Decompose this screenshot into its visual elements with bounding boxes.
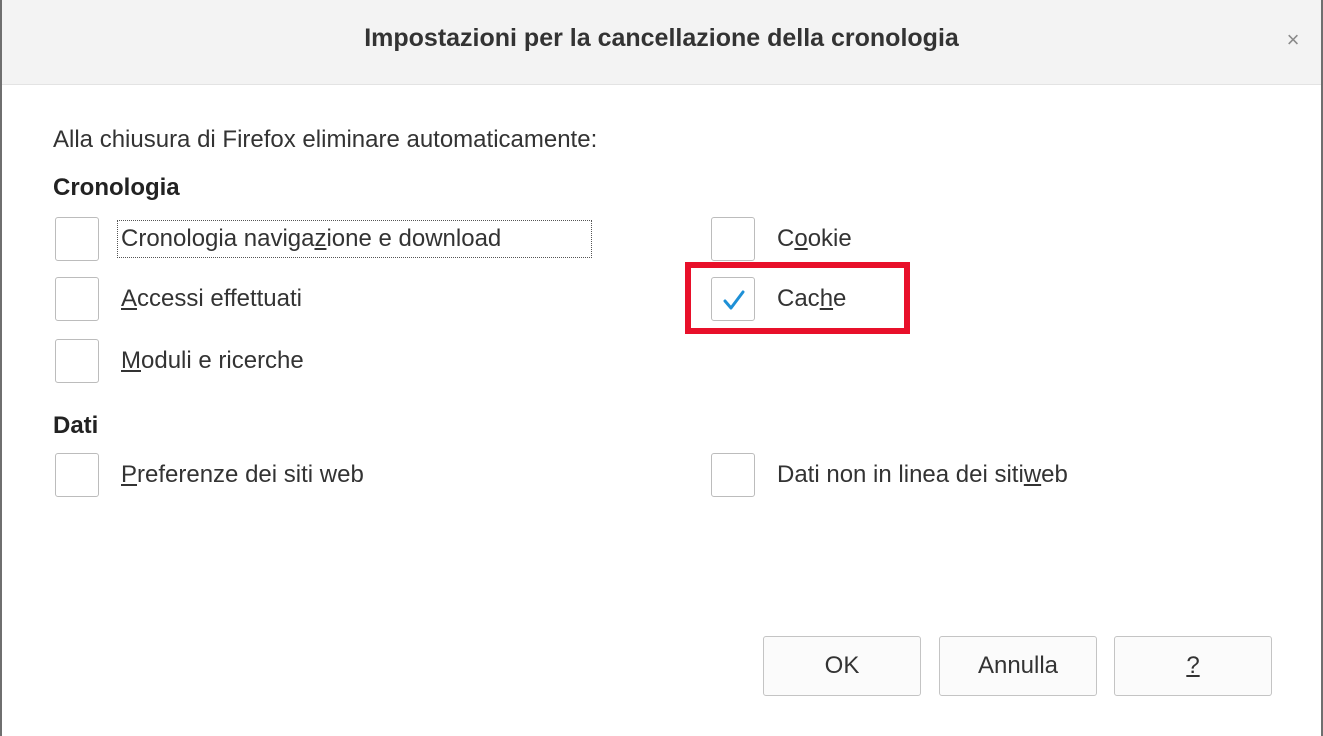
section-title-data: Dati [53, 412, 99, 439]
checkbox-cookie[interactable]: Co okie [711, 216, 852, 262]
checkbox-label: Accessi effettuati [121, 285, 302, 312]
help-button[interactable]: ? [1114, 636, 1272, 696]
checkbox-box[interactable] [55, 339, 99, 383]
cancel-button[interactable]: Annulla [939, 636, 1097, 696]
checkbox-box[interactable] [55, 217, 99, 261]
checkbox-browsing-history[interactable]: Cronologia naviga z ione e download [55, 216, 593, 262]
checkbox-site-preferences[interactable]: Preferenze dei siti web [55, 452, 364, 498]
checkbox-box[interactable] [711, 453, 755, 497]
clear-history-settings-dialog: Impostazioni per la cancellazione della … [0, 0, 1323, 736]
checkbox-box[interactable] [55, 277, 99, 321]
checkbox-forms[interactable]: Moduli e ricerche [55, 338, 304, 384]
section-title-history: Cronologia [53, 174, 180, 201]
checkbox-box[interactable] [55, 453, 99, 497]
checkbox-offline-data[interactable]: Dati non in linea dei siti w eb [711, 452, 1068, 498]
dialog-title: Impostazioni per la cancellazione della … [364, 24, 959, 52]
checkbox-label: Moduli e ricerche [121, 347, 304, 374]
highlight-box [685, 262, 910, 334]
close-icon[interactable]: × [1277, 24, 1309, 56]
checkbox-label: Dati non in linea dei siti w eb [777, 461, 1068, 488]
checkbox-box[interactable] [711, 217, 755, 261]
ok-button[interactable]: OK [763, 636, 921, 696]
intro-text: Alla chiusura di Firefox eliminare autom… [53, 126, 598, 153]
dialog-titlebar: Impostazioni per la cancellazione della … [2, 0, 1321, 85]
checkbox-label: Cronologia naviga z ione e download [116, 220, 593, 258]
checkbox-label: Co okie [777, 225, 852, 252]
checkbox-label: Preferenze dei siti web [121, 461, 364, 488]
checkbox-logins[interactable]: Accessi effettuati [55, 276, 302, 322]
